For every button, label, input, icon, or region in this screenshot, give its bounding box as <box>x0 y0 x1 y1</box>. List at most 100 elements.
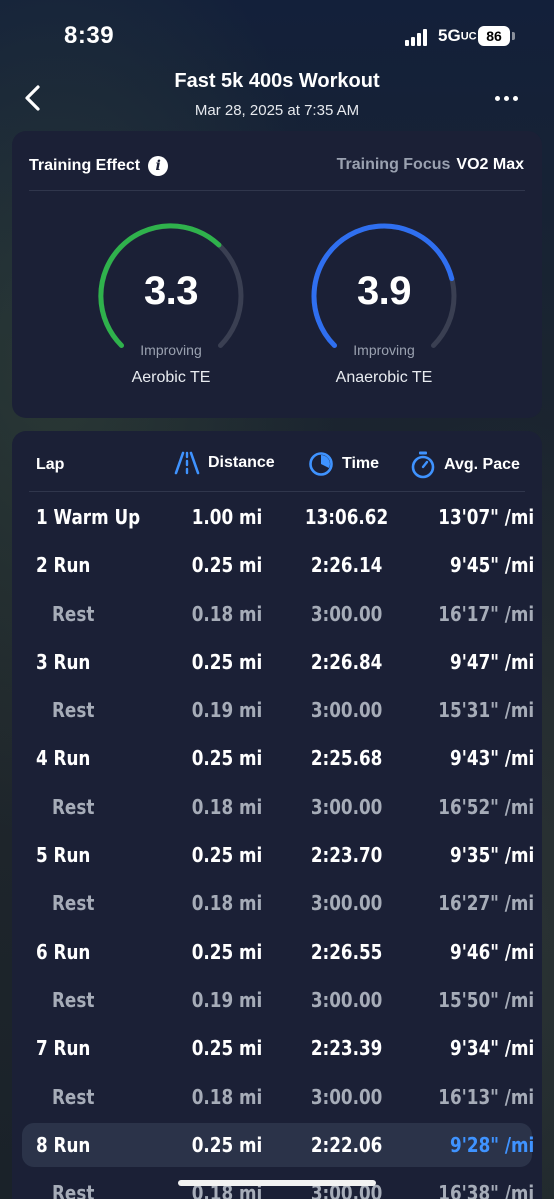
header: Fast 5k 400s Workout Mar 28, 2025 at 7:3… <box>0 68 554 128</box>
distance-icon <box>174 451 200 475</box>
anaerobic-te-value: 3.9 <box>356 269 412 313</box>
lap-row[interactable]: 2 Run 0.25 mi 2:26.14 9'45" /mi <box>12 541 542 589</box>
lap-row[interactable]: 3 Run 0.25 mi 2:26.84 9'47" /mi <box>12 638 542 686</box>
lap-time: 2:26.55 <box>311 939 383 964</box>
lap-row[interactable]: 1 Warm Up 1.00 mi 13:06.62 13'07" /mi <box>12 493 542 541</box>
lap-name: Rest <box>52 1181 95 1199</box>
stopwatch-icon <box>411 451 435 479</box>
lap-time: 2:26.84 <box>311 649 383 674</box>
lap-distance: 0.25 mi <box>191 843 263 868</box>
lap-name: 7 Run <box>36 1036 91 1061</box>
training-effect-label: Training Effect i <box>29 156 169 176</box>
rest-row[interactable]: Rest 0.18 mi 3:00.00 16'27" /mi <box>12 879 542 927</box>
lap-distance: 0.18 mi <box>191 601 263 626</box>
lap-name: Rest <box>52 601 95 626</box>
laps-list: 1 Warm Up 1.00 mi 13:06.62 13'07" /mi 2 Run 0… <box>12 493 542 1199</box>
more-button[interactable] <box>486 84 526 112</box>
rest-row[interactable]: Rest 0.18 mi 3:00.00 16'52" /mi <box>12 783 542 831</box>
lap-row[interactable]: 8 Run 0.25 mi 2:22.06 9'28" /mi <box>12 1121 542 1169</box>
anaerobic-te-gauge[interactable]: 3.9 Improving Anaerobic TE <box>309 221 459 386</box>
training-focus-label: Training Focus <box>336 156 451 173</box>
more-horizontal-icon <box>494 95 500 101</box>
lap-pace: 9'35" /mi <box>449 843 534 868</box>
lap-name: 5 Run <box>36 843 91 868</box>
lap-pace: 9'28" /mi <box>449 1132 534 1157</box>
lap-pace: 9'45" /mi <box>449 553 534 578</box>
lap-time: 2:25.68 <box>311 746 383 771</box>
lap-pace: 9'43" /mi <box>449 746 534 771</box>
lap-distance: 0.19 mi <box>191 698 263 723</box>
lap-row[interactable]: 7 Run 0.25 mi 2:23.39 9'34" /mi <box>12 1024 542 1072</box>
anaerobic-te-label: Anaerobic TE <box>335 369 433 386</box>
lap-distance: 0.25 mi <box>191 1132 263 1157</box>
signal-icon <box>405 28 431 46</box>
lap-row[interactable]: 5 Run 0.25 mi 2:23.70 9'35" /mi <box>12 831 542 879</box>
lap-pace: 9'46" /mi <box>449 939 534 964</box>
lap-name: 6 Run <box>36 939 91 964</box>
lap-time: 2:23.70 <box>311 843 383 868</box>
lap-distance: 0.18 mi <box>191 1084 263 1109</box>
status-bar: 8:39 5GUC 86 <box>0 0 554 68</box>
aerobic-te-value: 3.3 <box>143 269 199 313</box>
lap-distance: 0.18 mi <box>191 794 263 819</box>
lap-name: 8 Run <box>36 1132 91 1157</box>
column-time[interactable]: Time <box>308 451 379 477</box>
divider <box>29 491 525 492</box>
aerobic-te-status: Improving <box>140 342 202 358</box>
lap-pace: 16'27" /mi <box>438 891 534 916</box>
lap-name: Rest <box>52 987 95 1012</box>
lap-pace: 15'50" /mi <box>438 987 534 1012</box>
lap-row[interactable]: 4 Run 0.25 mi 2:25.68 9'43" /mi <box>12 734 542 782</box>
clock-icon <box>309 452 333 476</box>
lap-distance: 0.25 mi <box>191 1036 263 1061</box>
lap-distance: 0.25 mi <box>191 553 263 578</box>
lap-name: 4 Run <box>36 746 91 771</box>
info-icon[interactable]: i <box>148 156 169 176</box>
workout-screen: 8:39 5GUC 86 Fast 5k 400s Workout Mar 28… <box>0 0 554 1199</box>
page-subtitle: Mar 28, 2025 at 7:35 AM <box>194 102 360 119</box>
lap-time: 3:00.00 <box>311 601 383 626</box>
column-distance[interactable]: Distance <box>174 451 275 475</box>
lap-pace: 13'07" /mi <box>438 505 534 529</box>
column-avg-pace[interactable]: Avg. Pace <box>410 451 520 479</box>
rest-row[interactable]: Rest 0.19 mi 3:00.00 15'50" /mi <box>12 976 542 1024</box>
training-effect-card: Training Effect i Training Focus VO2 Max … <box>12 131 542 418</box>
lap-distance: 1.00 mi <box>191 505 263 529</box>
lap-time: 3:00.00 <box>311 987 383 1012</box>
lap-time: 2:23.39 <box>311 1036 383 1061</box>
rest-row[interactable]: Rest 0.19 mi 3:00.00 15'31" /mi <box>12 686 542 734</box>
lap-time: 2:22.06 <box>311 1132 383 1157</box>
lap-time: 2:26.14 <box>311 553 383 578</box>
rest-row[interactable]: Rest 0.18 mi 3:00.00 16'13" /mi <box>12 1073 542 1121</box>
divider <box>29 190 525 191</box>
status-time: 8:39 <box>64 22 115 49</box>
laps-table-header: Lap Distance Time Avg. Pace <box>12 449 542 481</box>
column-lap[interactable]: Lap <box>36 456 64 474</box>
lap-pace: 16'13" /mi <box>438 1084 534 1109</box>
lap-row[interactable]: 6 Run 0.25 mi 2:26.55 9'46" /mi <box>12 928 542 976</box>
lap-name: 2 Run <box>36 553 91 578</box>
lap-pace: 16'52" /mi <box>438 794 534 819</box>
lap-distance: 0.18 mi <box>191 891 263 916</box>
lap-distance: 0.19 mi <box>191 987 263 1012</box>
battery-tip <box>512 32 515 40</box>
lap-name: Rest <box>52 1084 95 1109</box>
training-focus: Training Focus VO2 Max <box>337 156 524 174</box>
lap-name: Rest <box>52 794 95 819</box>
lap-name: Rest <box>52 891 95 916</box>
lap-name: 1 Warm Up <box>36 505 141 529</box>
home-indicator[interactable] <box>178 1180 376 1186</box>
lap-distance: 0.25 mi <box>191 649 263 674</box>
aerobic-te-gauge[interactable]: 3.3 Improving Aerobic TE <box>96 221 246 386</box>
network-label: 5GUC <box>438 26 477 45</box>
lap-distance: 0.25 mi <box>191 939 263 964</box>
lap-pace: 15'31" /mi <box>438 698 534 723</box>
page-title: Fast 5k 400s Workout <box>174 70 380 92</box>
lap-time: 3:00.00 <box>311 698 383 723</box>
lap-time: 3:00.00 <box>311 794 383 819</box>
lap-distance: 0.25 mi <box>191 746 263 771</box>
rest-row[interactable]: Rest 0.18 mi 3:00.00 16'17" /mi <box>12 590 542 638</box>
anaerobic-te-status: Improving <box>353 342 415 358</box>
lap-pace: 9'47" /mi <box>449 649 534 674</box>
laps-card: Lap Distance Time Avg. Pace 1 Warm Up 1.… <box>12 431 542 1199</box>
